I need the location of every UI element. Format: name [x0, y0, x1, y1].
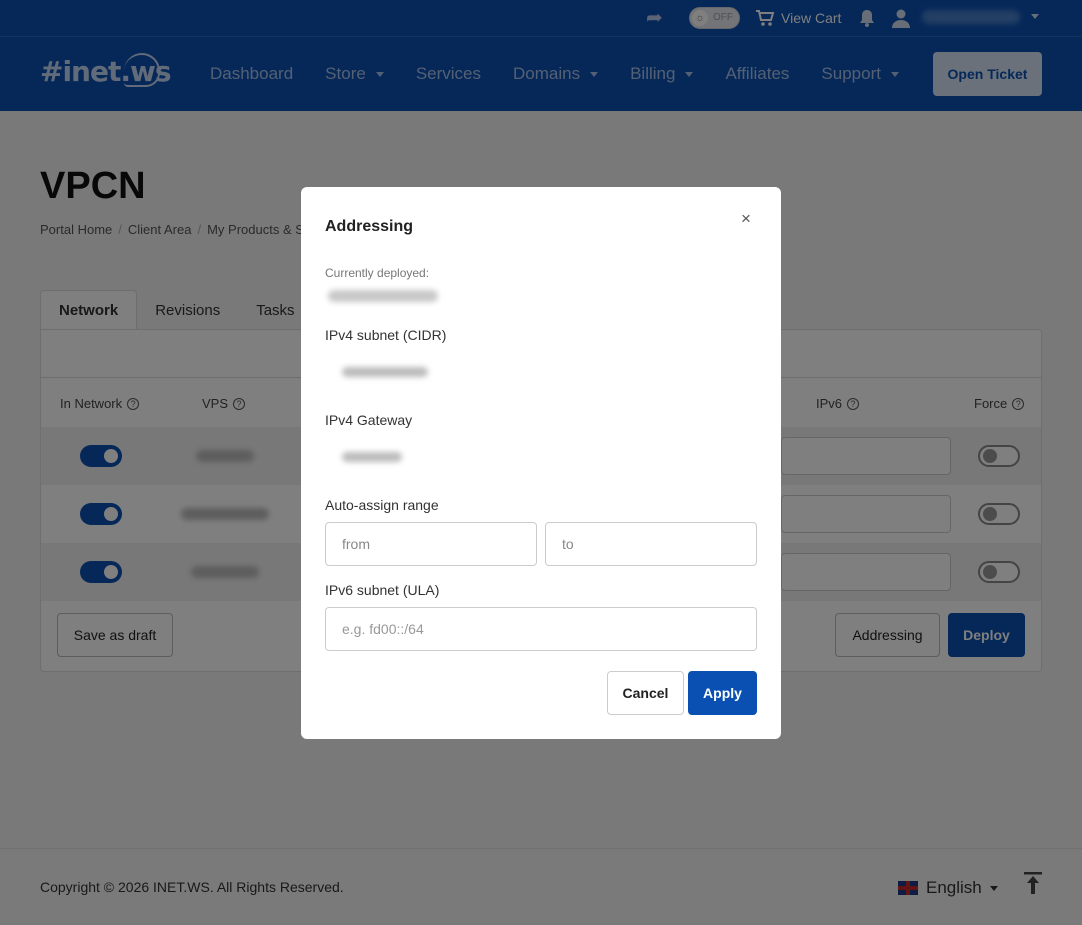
close-icon[interactable]: ×: [738, 210, 754, 227]
ipv4-subnet-label: IPv4 subnet (CIDR): [325, 327, 447, 343]
ipv4-subnet-value-redacted: [342, 367, 428, 377]
ipv4-gateway-label: IPv4 Gateway: [325, 412, 413, 428]
cancel-button[interactable]: Cancel: [607, 671, 684, 715]
modal-title: Addressing: [325, 218, 414, 235]
currently-deployed-value-redacted: [328, 290, 438, 302]
auto-assign-label: Auto-assign range: [325, 497, 439, 513]
currently-deployed-label: Currently deployed:: [325, 266, 430, 280]
range-from-input[interactable]: from: [325, 522, 537, 566]
addressing-modal: Addressing × Currently deployed: IPv4 su…: [301, 187, 781, 739]
ipv6-subnet-label: IPv6 subnet (ULA): [325, 582, 440, 598]
ipv6-subnet-input[interactable]: e.g. fd00::/64: [325, 607, 757, 651]
range-to-input[interactable]: to: [545, 522, 757, 566]
ipv4-gateway-value-redacted: [342, 452, 402, 462]
ipv4-subnet-input[interactable]: [325, 350, 757, 394]
apply-button[interactable]: Apply: [688, 671, 757, 715]
ipv4-gateway-input[interactable]: [325, 435, 757, 479]
